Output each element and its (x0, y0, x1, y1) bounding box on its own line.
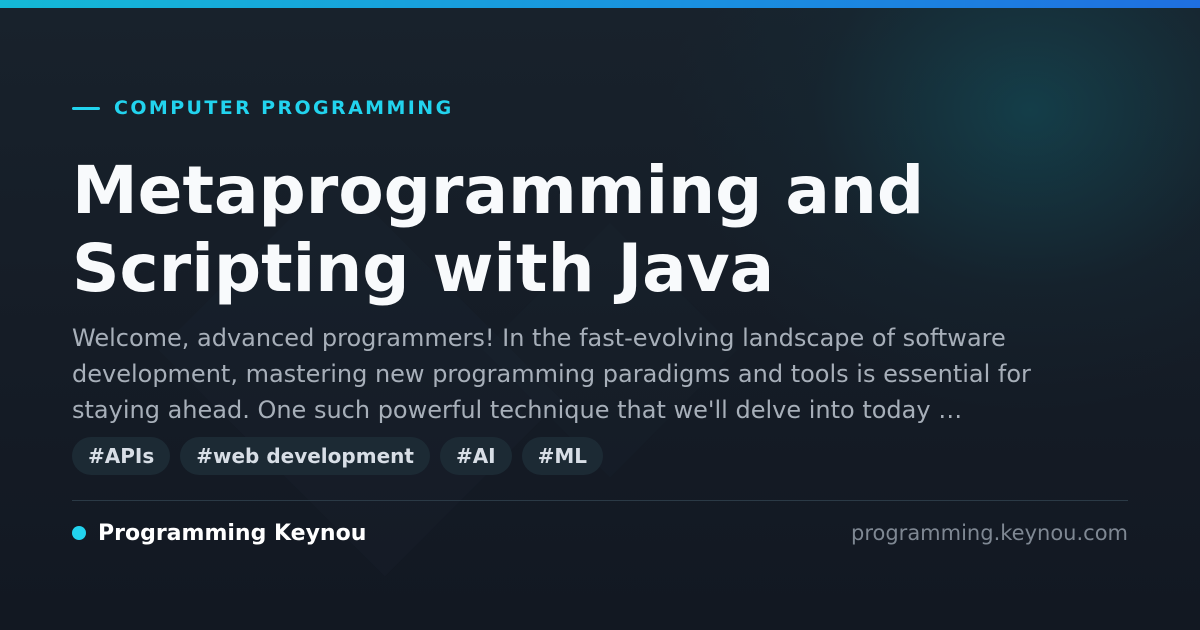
article-description: Welcome, advanced programmers! In the fa… (72, 324, 1031, 424)
page-title: Metaprogramming and Scripting with Java (72, 152, 925, 307)
tag-list: #APIs #web development #AI #ML (72, 437, 604, 475)
tag-ai[interactable]: #AI (439, 437, 512, 475)
footer-divider (72, 500, 1128, 501)
top-accent-bar (0, 0, 1200, 8)
category-label: COMPUTER PROGRAMMING (72, 96, 454, 120)
tag-ml[interactable]: #ML (521, 437, 604, 475)
site-domain[interactable]: programming.keynou.com (851, 519, 1128, 547)
brand-name: Programming Keynou (98, 520, 367, 546)
brand-dot-icon (72, 526, 86, 540)
tag-apis[interactable]: #APIs (72, 437, 171, 475)
tag-web-development[interactable]: #web development (180, 437, 430, 475)
category-dash-icon (72, 106, 100, 110)
brand: Programming Keynou (72, 519, 366, 547)
category-text: COMPUTER PROGRAMMING (114, 97, 454, 119)
